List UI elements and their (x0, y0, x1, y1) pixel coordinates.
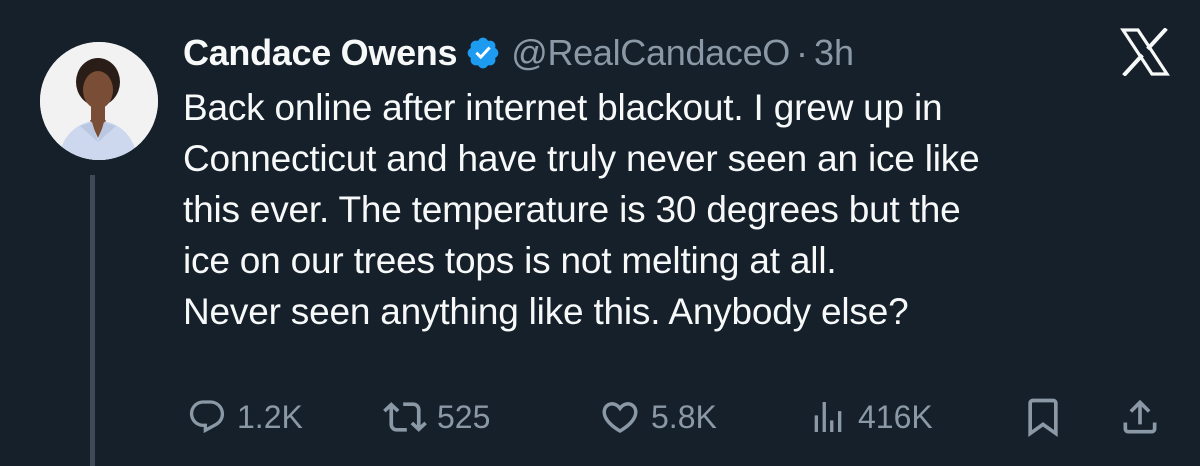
heart-icon (602, 402, 638, 434)
reply-icon (189, 400, 225, 434)
views-icon (814, 402, 842, 432)
repost-icon (383, 402, 427, 432)
x-logo-icon[interactable] (1120, 27, 1170, 77)
verified-badge-icon (465, 35, 501, 71)
tweet: Candace Owens @RealCandaceO · 3h Back on… (0, 0, 1200, 466)
action-bar: 1.2K 525 5.8K 416K (183, 392, 1173, 442)
reply-button[interactable]: 1.2K (187, 392, 303, 442)
share-button[interactable] (1118, 392, 1162, 442)
views-count: 416K (858, 398, 933, 435)
tweet-line: Never seen anything like this. Anybody e… (183, 291, 909, 332)
bookmark-icon (1028, 398, 1058, 438)
separator-dot: · (796, 32, 809, 73)
like-count: 5.8K (651, 398, 717, 435)
like-button[interactable]: 5.8K (599, 392, 717, 442)
tweet-header: Candace Owens @RealCandaceO · 3h (183, 28, 854, 78)
timestamp[interactable]: 3h (814, 32, 854, 74)
repost-button[interactable]: 525 (383, 392, 490, 442)
bookmark-button[interactable] (1021, 392, 1065, 442)
tweet-line: ice on our trees tops is not melting at … (183, 240, 837, 281)
views-button[interactable]: 416K (808, 392, 933, 442)
tweet-line: Back online after internet blackout. I g… (183, 87, 943, 128)
thread-line (90, 175, 95, 466)
share-icon (1123, 399, 1157, 434)
reply-count: 1.2K (237, 398, 303, 435)
tweet-text: Back online after internet blackout. I g… (183, 82, 1173, 337)
author-handle[interactable]: @RealCandaceO (511, 32, 790, 74)
tweet-line: this ever. The temperature is 30 degrees… (183, 189, 961, 230)
avatar[interactable] (40, 42, 158, 160)
repost-count: 525 (437, 398, 491, 435)
author-name[interactable]: Candace Owens (183, 32, 458, 74)
tweet-line: Connecticut and have truly never seen an… (183, 138, 980, 179)
